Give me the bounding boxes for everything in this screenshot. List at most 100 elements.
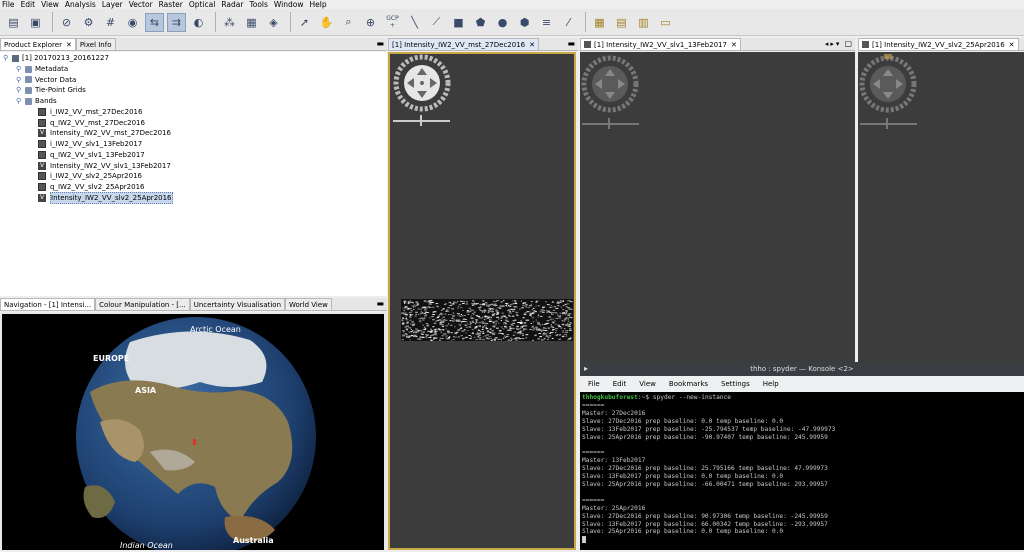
menu-radar[interactable]: Radar	[221, 0, 243, 9]
tree-folder-bands[interactable]: ⚲ Bands	[16, 96, 57, 106]
tab-scroll-icon[interactable]: ◂▸▾	[825, 40, 842, 48]
menu-edit[interactable]: Edit	[21, 0, 36, 9]
select-tool-icon[interactable]: ➚	[295, 13, 314, 32]
konsole-menu-file[interactable]: File	[588, 380, 600, 388]
grid-icon[interactable]: ▦	[242, 13, 261, 32]
minimize-icon[interactable]: ▬	[376, 39, 384, 48]
konsole-menu-settings[interactable]: Settings	[721, 380, 750, 388]
close-icon[interactable]: ✕	[731, 39, 737, 50]
zoom-in-icon[interactable]: ⊕	[361, 13, 380, 32]
expand-toggle-icon[interactable]: ⚲	[16, 85, 22, 95]
image-view-2[interactable]	[580, 52, 855, 362]
close-icon[interactable]: ✕	[529, 39, 535, 50]
konsole-menu-help[interactable]: Help	[763, 380, 779, 388]
expand-toggle-icon[interactable]: ⚲	[16, 75, 22, 85]
tree-band-item[interactable]: V Intensity_IW2_VV_slv1_13Feb2017	[38, 161, 171, 171]
tree-band-item[interactable]: q_IW2_VV_slv1_13Feb2017	[38, 150, 145, 160]
range-finder-icon[interactable]: ≡	[537, 13, 556, 32]
menu-optical[interactable]: Optical	[189, 0, 216, 9]
view-icon[interactable]: ◉	[123, 13, 142, 32]
menu-tools[interactable]: Tools	[249, 0, 267, 9]
overlay-icon[interactable]: ◐	[189, 13, 208, 32]
konsole-menu-bookmarks[interactable]: Bookmarks	[669, 380, 708, 388]
menu-file[interactable]: File	[2, 0, 15, 9]
expand-toggle-icon[interactable]: ⚲	[3, 53, 9, 63]
tab-navigation[interactable]: Navigation - [1] Intensi...	[0, 298, 96, 310]
tree-band-item[interactable]: i_IW2_VV_slv1_13Feb2017	[38, 139, 142, 149]
toolbar-separator	[215, 12, 216, 32]
tab-uncertainty-visualisation[interactable]: Uncertainty Visualisation	[189, 298, 286, 310]
menu-window[interactable]: Window	[274, 0, 304, 9]
close-icon[interactable]: ✕	[66, 39, 72, 50]
tile-icon[interactable]: ▦	[590, 13, 609, 32]
expand-toggle-icon[interactable]: ⚲	[16, 64, 22, 74]
image-view-2-canvas	[581, 55, 639, 129]
band-label: q_IW2_VV_mst_27Dec2016	[50, 118, 145, 127]
tree-band-item[interactable]: q_IW2_VV_mst_27Dec2016	[38, 118, 145, 128]
menu-raster[interactable]: Raster	[159, 0, 183, 9]
wifi-icon[interactable]: ◈	[264, 13, 283, 32]
product-node[interactable]: ⚲ [1] 20170213_20161227	[3, 53, 109, 63]
band-label: Intensity_IW2_VV_slv2_25Apr2016	[50, 191, 173, 204]
minimize-icon[interactable]: ▬	[376, 299, 384, 308]
terminal-output[interactable]: thhogkubuforest:~$ spyder --new-instance…	[580, 392, 1024, 550]
tree-folder-metadata[interactable]: ⚲ Metadata	[16, 64, 68, 74]
pin-tool-icon[interactable]: ⬢	[515, 13, 534, 32]
polyline-tool-icon[interactable]: ⟋	[427, 13, 446, 32]
tree-band-item[interactable]: V Intensity_IW2_VV_slv2_25Apr2016	[38, 191, 173, 204]
batch-icon[interactable]: ⚙	[79, 13, 98, 32]
menu-vector[interactable]: Vector	[129, 0, 153, 9]
tab-pixel-info[interactable]: Pixel Info	[75, 38, 116, 50]
konsole-menu-edit[interactable]: Edit	[613, 380, 627, 388]
konsole-menu-view[interactable]: View	[639, 380, 656, 388]
folder-label: Tie-Point Grids	[35, 86, 86, 95]
tree-band-item[interactable]: i_IW2_VV_slv2_25Apr2016	[38, 171, 142, 181]
tile-horizontal-icon[interactable]: ▤	[612, 13, 631, 32]
tree-folder-vector-data[interactable]: ⚲ Vector Data	[16, 75, 76, 85]
tab-image-view-1[interactable]: [1] Intensity_IW2_VV_mst_27Dec2016 ✕	[388, 38, 539, 50]
terminal-line: Slave: 13Feb2017 prep baseline: 0.0 temp…	[582, 473, 784, 481]
terminal-line: Slave: 27Dec2016 prep baseline: 90.97306…	[582, 512, 828, 520]
tab-image-view-2[interactable]: [1] Intensity_IW2_VV_slv1_13Feb2017 ✕	[580, 38, 741, 50]
tab-product-explorer[interactable]: Product Explorer ✕	[0, 38, 76, 50]
close-icon[interactable]: ✕	[1009, 39, 1015, 50]
band-maths-icon[interactable]: #	[101, 13, 120, 32]
tree-folder-tie-point-grids[interactable]: ⚲ Tie-Point Grids	[16, 85, 86, 95]
minimize-icon[interactable]: ▬	[567, 39, 575, 48]
save-product-icon[interactable]: ▣	[26, 13, 45, 32]
image-view-1[interactable]	[388, 52, 576, 550]
gcp-tool-icon[interactable]: GCP +	[383, 13, 402, 32]
pan-hand-icon[interactable]: ✋	[317, 13, 336, 32]
menu-analysis[interactable]: Analysis	[65, 0, 96, 9]
graph-builder-icon[interactable]: ⊘	[57, 13, 76, 32]
sync-view-icon[interactable]: ⇉	[167, 12, 186, 32]
tab-world-view[interactable]: World View	[285, 298, 332, 310]
konsole-title-bar[interactable]: ▸ thho : spyder — Konsole <2>	[580, 362, 1024, 376]
tile-vertical-icon[interactable]: ▥	[634, 13, 653, 32]
graph-icon[interactable]: ⁂	[220, 13, 239, 32]
tree-band-item[interactable]: i_IW2_VV_mst_27Dec2016	[38, 107, 142, 117]
magic-wand-icon[interactable]: ⁄	[559, 13, 578, 32]
tree-band-item[interactable]: V Intensity_IW2_VV_mst_27Dec2016	[38, 128, 171, 138]
line-tool-icon[interactable]: ╲	[405, 13, 424, 32]
maximize-icon[interactable]: ▢	[844, 39, 852, 48]
open-folder-icon[interactable]: ▭	[656, 13, 675, 32]
expand-toggle-icon[interactable]: ⚲	[16, 96, 22, 106]
open-product-icon[interactable]: ▤	[4, 13, 23, 32]
polygon-tool-icon[interactable]: ⬟	[471, 13, 490, 32]
world-view-canvas[interactable]: Arctic Ocean EUROPE ASIA Indian Ocean Au…	[0, 312, 387, 552]
menu-help[interactable]: Help	[310, 0, 327, 9]
image-view-2-tabstrip: [1] Intensity_IW2_VV_slv1_13Feb2017 ✕ ◂▸▾…	[580, 38, 855, 51]
tab-colour-manipulation[interactable]: Colour Manipulation - [...	[95, 298, 190, 310]
image-view-3[interactable]	[858, 52, 1024, 362]
tree-band-item[interactable]: q_IW2_VV_slv2_25Apr2016	[38, 182, 144, 192]
tab-image-view-3[interactable]: [1] Intensity_IW2_VV_slv2_25Apr2016 ✕	[858, 38, 1019, 50]
rectangle-tool-icon[interactable]: ■	[449, 13, 468, 32]
menu-view[interactable]: View	[41, 0, 59, 9]
tab-label: Pixel Info	[79, 40, 112, 49]
menu-layer[interactable]: Layer	[102, 0, 123, 9]
konsole-window: ▸ thho : spyder — Konsole <2> File Edit Vi…	[580, 362, 1024, 550]
zoom-tool-icon[interactable]: ⌕	[339, 13, 358, 32]
sync-cursor-icon[interactable]: ⇆	[145, 12, 164, 32]
ellipse-tool-icon[interactable]: ●	[493, 13, 512, 32]
